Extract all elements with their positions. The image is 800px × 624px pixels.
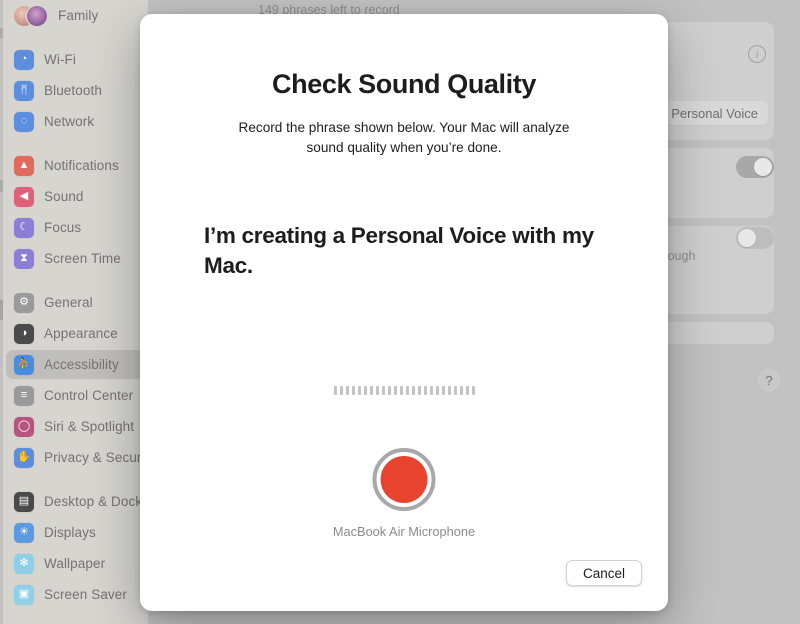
sidebar-item-label: Siri & Spotlight	[44, 419, 135, 434]
sidebar-item-label: Accessibility	[44, 357, 119, 372]
sidebar-separator	[0, 274, 148, 287]
level-meter-bar	[351, 385, 355, 395]
sidebar-item-family[interactable]: Family	[0, 0, 148, 31]
level-meter-bar	[429, 385, 433, 395]
focus-moon-icon: ☾	[14, 217, 34, 238]
sidebar-separator	[0, 31, 148, 44]
dialog-subtitle: Record the phrase shown below. Your Mac …	[238, 120, 570, 156]
level-meter-bar	[357, 385, 361, 395]
toggle-live-speech[interactable]	[736, 156, 774, 178]
level-meter-bar	[393, 385, 397, 395]
level-meter-bar	[405, 385, 409, 395]
level-meter-bar	[333, 385, 337, 395]
sidebar-item-label: General	[44, 295, 93, 310]
sound-speaker-icon: ◀	[14, 186, 34, 207]
level-meter-bar	[369, 385, 373, 395]
info-icon[interactable]: i	[748, 45, 766, 63]
displays-brightness-icon: ☀	[14, 522, 34, 543]
sidebar-item-label: Notifications	[44, 158, 119, 173]
level-meter-bar	[411, 385, 415, 395]
sidebar-item-accessibility[interactable]: ⛹ Accessibility	[0, 349, 148, 380]
level-meter-bar	[459, 385, 463, 395]
control-center-icon: ≡	[14, 385, 34, 406]
phrase-to-record: I’m creating a Personal Voice with my Ma…	[204, 223, 594, 278]
microphone-label: MacBook Air Microphone	[332, 524, 476, 539]
appearance-contrast-icon: ◑	[14, 323, 34, 344]
level-meter-bar	[471, 385, 475, 395]
sidebar-item-label: Sound	[44, 189, 84, 204]
sidebar-item-bluetooth[interactable]: ᛗ Bluetooth	[0, 75, 148, 106]
sidebar-item-label: Bluetooth	[44, 83, 102, 98]
wifi-icon: ◔	[14, 49, 34, 70]
sidebar-item-label: Screen Saver	[44, 587, 127, 602]
general-gear-icon: ⚙	[14, 292, 34, 313]
privacy-hand-icon: ✋	[14, 447, 34, 468]
sidebar-item-wi-fi[interactable]: ◔ Wi-Fi	[0, 44, 148, 75]
audio-level-meter	[140, 384, 668, 396]
sidebar-item-label: Desktop & Dock	[44, 494, 143, 509]
sidebar-item-notifications[interactable]: ▲ Notifications	[0, 150, 148, 181]
family-avatars-icon	[14, 5, 48, 26]
sidebar-item-desktop-dock[interactable]: ▤ Desktop & Dock	[0, 486, 148, 517]
level-meter-bar	[423, 385, 427, 395]
bluetooth-icon: ᛗ	[14, 80, 34, 101]
record-button-fill	[380, 456, 428, 503]
network-globe-icon: ◌	[14, 111, 34, 132]
level-meter-bar	[453, 385, 457, 395]
level-meter-bar	[387, 385, 391, 395]
check-sound-quality-sheet: Check Sound Quality Record the phrase sh…	[140, 14, 668, 611]
screen-time-hourglass-icon: ⧗	[14, 248, 34, 269]
level-meter-bar	[381, 385, 385, 395]
screen-saver-icon: ▣	[14, 584, 34, 605]
toggle-speak-selection[interactable]	[736, 227, 774, 249]
sidebar-item-screen-saver[interactable]: ▣ Screen Saver	[0, 579, 148, 610]
sidebar-item-label: Screen Time	[44, 251, 121, 266]
level-meter-bar	[447, 385, 451, 395]
dialog-title: Check Sound Quality	[272, 69, 536, 99]
siri-spotlight-icon: ◯	[14, 416, 34, 437]
settings-sidebar: Family ◔ Wi-Fi ᛗ Bluetooth ◌ Network ▲ Notificat…	[0, 0, 155, 624]
sidebar-item-sound[interactable]: ◀ Sound	[0, 181, 148, 212]
level-meter-bar	[399, 385, 403, 395]
sidebar-separator	[0, 137, 148, 150]
sidebar-item-control-center[interactable]: ≡ Control Center	[0, 380, 148, 411]
sidebar-item-label: Appearance	[44, 326, 118, 341]
sidebar-item-siri-spotlight[interactable]: ◯ Siri & Spotlight	[0, 411, 148, 442]
level-meter-bar	[417, 385, 421, 395]
sidebar-item-label: Network	[44, 114, 95, 129]
sidebar-item-network[interactable]: ◌ Network	[0, 106, 148, 137]
level-meter-bar	[435, 385, 439, 395]
help-question-icon[interactable]: ?	[757, 368, 781, 392]
sidebar-item-label: Family	[58, 8, 99, 23]
sidebar-item-list: Family ◔ Wi-Fi ᛗ Bluetooth ◌ Network ▲ Notificat…	[0, 0, 155, 610]
sidebar-item-label: Displays	[44, 525, 96, 540]
notifications-bell-icon: ▲	[14, 155, 34, 176]
level-meter-bar	[375, 385, 379, 395]
sidebar-item-label: Control Center	[44, 388, 134, 403]
level-meter-bar	[339, 385, 343, 395]
level-meter-bar	[441, 385, 445, 395]
level-meter-bar	[363, 385, 367, 395]
sidebar-item-label: Wallpaper	[44, 556, 106, 571]
wallpaper-icon: ✻	[14, 553, 34, 574]
screen: 149 phrases left to record i Personal Vo…	[0, 0, 800, 624]
accessibility-person-icon: ⛹	[14, 354, 34, 375]
level-meter-bar	[345, 385, 349, 395]
desktop-dock-icon: ▤	[14, 491, 34, 512]
sidebar-separator	[0, 473, 148, 486]
sidebar-item-general[interactable]: ⚙ General	[0, 287, 148, 318]
sidebar-item-label: Wi-Fi	[44, 52, 76, 67]
sidebar-item-label: Focus	[44, 220, 82, 235]
record-button-icon[interactable]	[372, 448, 436, 511]
sidebar-item-wallpaper[interactable]: ✻ Wallpaper	[0, 548, 148, 579]
sidebar-item-screen-time[interactable]: ⧗ Screen Time	[0, 243, 148, 274]
sidebar-item-privacy-security[interactable]: ✋ Privacy & Security	[0, 442, 155, 473]
sidebar-item-appearance[interactable]: ◑ Appearance	[0, 318, 148, 349]
cancel-button[interactable]: Cancel	[565, 560, 642, 586]
sidebar-item-focus[interactable]: ☾ Focus	[0, 212, 148, 243]
sidebar-item-displays[interactable]: ☀ Displays	[0, 517, 148, 548]
level-meter-bar	[465, 385, 469, 395]
sidebar-item-label: Privacy & Security	[44, 450, 156, 465]
